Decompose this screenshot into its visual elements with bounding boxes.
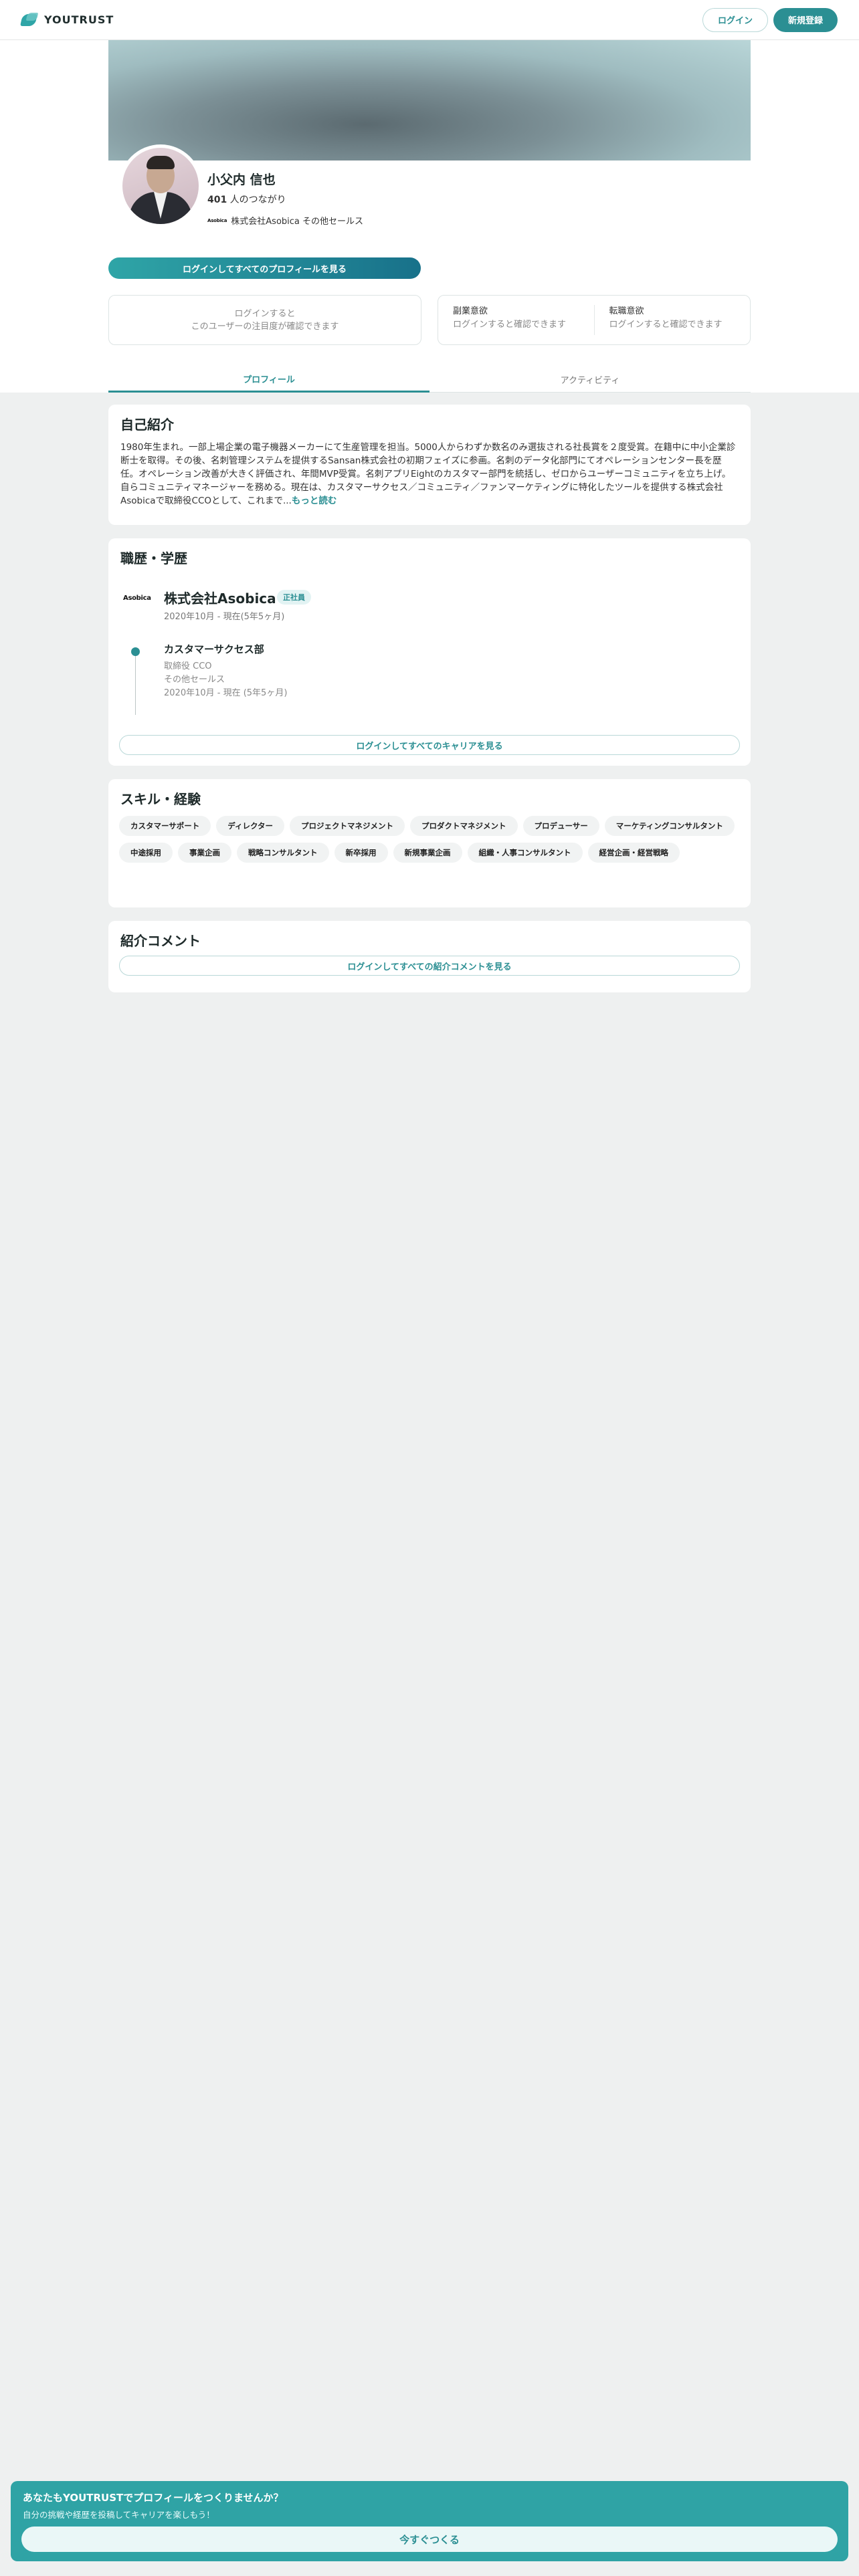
current-company[interactable]: Asobica 株式会社Asobica その他セールス (207, 214, 363, 227)
read-more-link[interactable]: もっと読む (292, 496, 337, 506)
skill-chip[interactable]: 事業企画 (178, 843, 231, 863)
cover-image (108, 40, 751, 160)
login-button[interactable]: ログイン (702, 7, 768, 32)
company-name[interactable]: 株式会社Asobica (164, 588, 276, 607)
intro-body: 1980年生まれ。一部上場企業の電子機器メーカーにて生産管理を担当。5000人か… (120, 442, 736, 506)
login-view-comments-button[interactable]: ログインしてすべての紹介コメントを見る (119, 956, 740, 976)
attention-line1: ログインすると (234, 308, 296, 319)
skill-chip[interactable]: カスタマーサポート (119, 816, 211, 836)
timeline-dot-icon (131, 647, 140, 656)
intro-card: 自己紹介 1980年生まれ。一部上場企業の電子機器メーカーにて生産管理を担当。5… (108, 405, 751, 525)
banner-subtitle: 自分の挑戦や経歴を投稿してキャリアを楽しもう！ (23, 2510, 215, 2520)
logo-text: YOUTRUST (44, 13, 114, 26)
skills-title: スキル・経験 (120, 791, 201, 807)
skill-chip[interactable]: 組織・人事コンサルタント (467, 843, 583, 863)
department-period: 2020年10月 - 現在 (5年5ヶ月) (164, 688, 288, 698)
side-job-value: ログインすると確認できます (453, 320, 567, 330)
intro-text: 1980年生まれ。一部上場企業の電子機器メーカーにて生産管理を担当。5000人か… (120, 441, 739, 508)
connections-count[interactable]: 401 人のつながり (207, 193, 286, 206)
skill-chip[interactable]: プロジェクトマネジメント (290, 816, 405, 836)
skill-chip[interactable]: ディレクター (216, 816, 285, 836)
tab-activity[interactable]: アクティビティ (430, 366, 751, 393)
attention-line2: このユーザーの注目度が確認できます (191, 321, 339, 332)
skill-chip[interactable]: プロダクトマネジメント (410, 816, 518, 836)
banner-title: あなたもYOUTRUSTでプロフィールをつくりませんか？ (23, 2492, 284, 2504)
youtrust-logo[interactable]: YOUTRUST (21, 13, 114, 27)
signup-button[interactable]: 新規登録 (773, 7, 838, 32)
intro-title: 自己紹介 (120, 417, 174, 433)
company-period: 2020年10月 - 現在(5年5ヶ月) (164, 612, 285, 622)
connections-number: 401 (207, 195, 227, 205)
skill-chip[interactable]: プロデューサー (522, 816, 599, 836)
avatar-photo (122, 148, 199, 224)
login-view-profile-button[interactable]: ログインしてすべてのプロフィールを見る (108, 257, 421, 279)
avatar (119, 144, 202, 227)
motivation-card: 副業意欲 ログインすると確認できます 転職意欲 ログインすると確認できます (438, 295, 751, 345)
department-role: 取締役 CCO (164, 661, 212, 671)
login-view-career-button[interactable]: ログインしてすべてのキャリアを見る (119, 735, 740, 755)
skills-card: スキル・経験 カスタマーサポート ディレクター プロジェクトマネジメント プロダ… (108, 779, 751, 907)
career-title: 職歴・学歴 (120, 550, 187, 566)
signup-banner: あなたもYOUTRUSTでプロフィールをつくりませんか？ 自分の挑戦や経歴を投稿… (11, 2481, 848, 2561)
skill-chip[interactable]: 中途採用 (119, 843, 173, 863)
job-change-title: 転職意欲 (609, 306, 644, 316)
skill-chip[interactable]: 新規事業企画 (393, 843, 462, 863)
profile-name: 小父内 信也 (207, 173, 276, 187)
company-logo-icon: Asobica (123, 595, 151, 602)
side-job-title: 副業意欲 (453, 306, 488, 316)
career-card: 職歴・学歴 Asobica 株式会社Asobica 正社員 2020年10月 -… (108, 538, 751, 766)
employment-type-badge: 正社員 (277, 590, 311, 605)
job-change-motivation: 転職意欲 ログインすると確認できます (595, 296, 751, 344)
profile-tabs: プロフィール アクティビティ (108, 366, 751, 393)
company-logo-icon: Asobica (207, 217, 227, 223)
department-name: カスタマーサクセス部 (164, 643, 264, 655)
timeline-line (135, 656, 136, 715)
job-change-value: ログインすると確認できます (609, 320, 723, 330)
skill-chip[interactable]: 新卒採用 (334, 843, 388, 863)
skill-chip[interactable]: マーケティングコンサルタント (604, 816, 735, 836)
site-header: YOUTRUST ログイン 新規登録 (0, 0, 859, 40)
tab-profile[interactable]: プロフィール (108, 366, 430, 393)
comments-title: 紹介コメント (120, 933, 201, 949)
skill-chip[interactable]: 経営企画・経営戦略 (587, 843, 680, 863)
attention-card: ログインすると このユーザーの注目度が確認できます (108, 295, 421, 345)
comments-card: 紹介コメント ログインしてすべての紹介コメントを見る (108, 921, 751, 992)
side-job-motivation: 副業意欲 ログインすると確認できます (438, 296, 594, 344)
department-job-type: その他セールス (164, 675, 225, 685)
connections-label: 人のつながり (227, 195, 286, 205)
skills-list: カスタマーサポート ディレクター プロジェクトマネジメント プロダクトマネジメン… (119, 816, 741, 863)
youtrust-logo-icon (21, 13, 39, 27)
header-actions: ログイン 新規登録 (702, 7, 838, 32)
company-line-text: 株式会社Asobica その他セールス (231, 217, 364, 227)
create-profile-button[interactable]: 今すぐつくる (21, 2527, 838, 2552)
skill-chip[interactable]: 戦略コンサルタント (237, 843, 329, 863)
